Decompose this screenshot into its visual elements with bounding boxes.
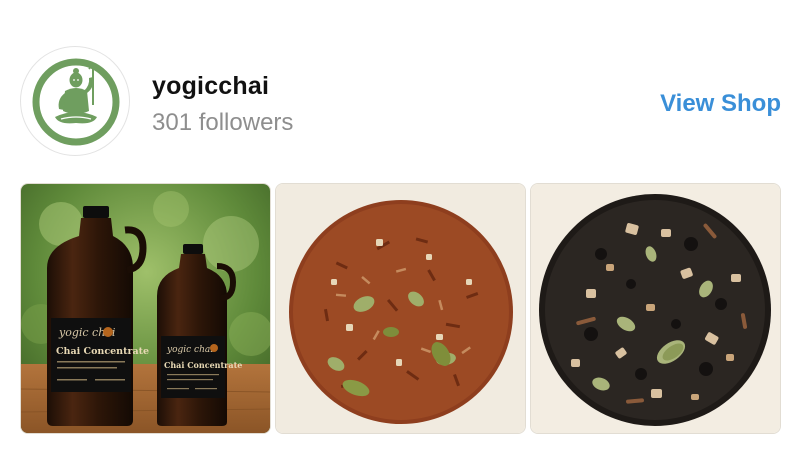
product-image-chai-concentrate: yogic chai Chai Concentrate yogic chai C…: [21, 184, 270, 433]
shop-name[interactable]: yogicchai: [152, 72, 269, 101]
product-image-black-chai: [531, 184, 780, 433]
view-shop-link[interactable]: View Shop: [660, 90, 781, 118]
product-tile-chai-concentrate[interactable]: yogic chai Chai Concentrate yogic chai C…: [20, 183, 271, 434]
shop-header: yogicchai 301 followers View Shop: [0, 0, 801, 170]
product-tile-rooibos-chai[interactable]: [275, 183, 526, 434]
meditating-figure-logo-icon: [32, 58, 120, 146]
product-image-rooibos-chai: [276, 184, 525, 433]
followers-count: 301 followers: [152, 109, 294, 136]
product-tile-black-chai[interactable]: [530, 183, 781, 434]
label-title-small: Chai Concentrate: [164, 360, 242, 370]
shop-avatar[interactable]: [20, 46, 130, 156]
label-title: Chai Concentrate: [56, 346, 149, 357]
label-brand-small: yogic chai: [166, 345, 213, 355]
